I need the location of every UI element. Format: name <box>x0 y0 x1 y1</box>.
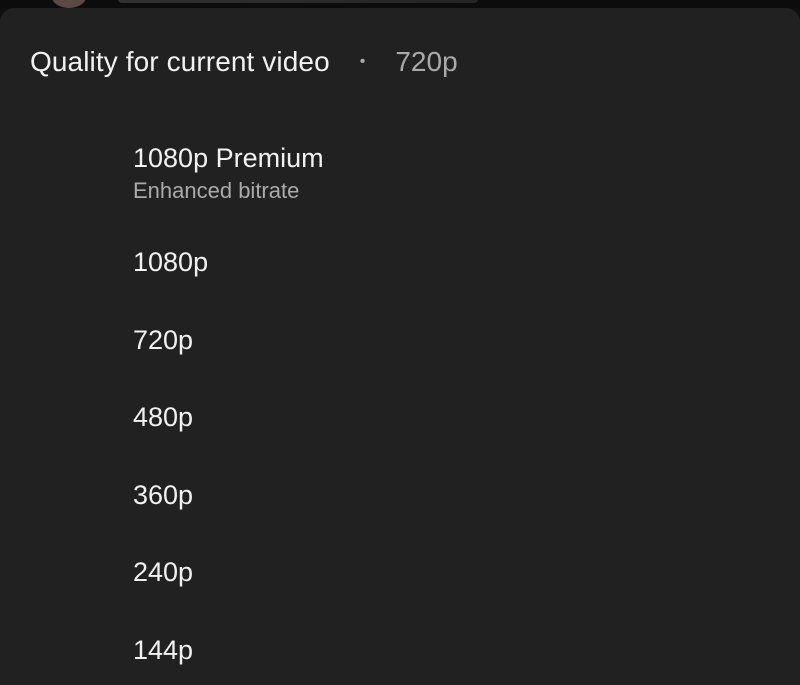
background-content-peek <box>0 0 800 8</box>
quality-option-360p[interactable]: 360p <box>0 477 800 555</box>
separator-dot: • <box>359 53 366 70</box>
sheet-header: Quality for current video • 720p <box>30 44 458 80</box>
quality-option-label: 480p <box>133 402 194 432</box>
quality-option-label: 720p <box>133 324 194 355</box>
quality-option-sublabel: Enhanced bitrate <box>133 178 300 203</box>
quality-option-label: 1080p Premium <box>133 143 324 173</box>
quality-options-list: 1080p Premium Enhanced bitrate 1080p 720… <box>0 128 800 685</box>
quality-option-label: 360p <box>133 479 194 510</box>
quality-option-240p[interactable]: 240p <box>0 554 800 632</box>
quality-option-label: 240p <box>133 557 194 587</box>
quality-option-720p[interactable]: 720p <box>0 322 800 400</box>
sheet-title: Quality for current video <box>30 46 330 77</box>
quality-option-1080p-premium[interactable]: 1080p Premium Enhanced bitrate <box>0 128 800 244</box>
quality-option-1080p[interactable]: 1080p <box>0 244 800 322</box>
obscured-comment-text <box>118 0 478 3</box>
quality-option-144p[interactable]: 144p <box>0 632 800 685</box>
quality-option-label: 144p <box>133 634 194 665</box>
quality-option-480p[interactable]: 480p <box>0 399 800 477</box>
quality-bottom-sheet: Quality for current video • 720p 1080p P… <box>0 8 800 685</box>
current-quality-value: 720p <box>395 46 458 77</box>
quality-option-label: 1080p <box>133 247 209 277</box>
avatar <box>52 0 86 8</box>
